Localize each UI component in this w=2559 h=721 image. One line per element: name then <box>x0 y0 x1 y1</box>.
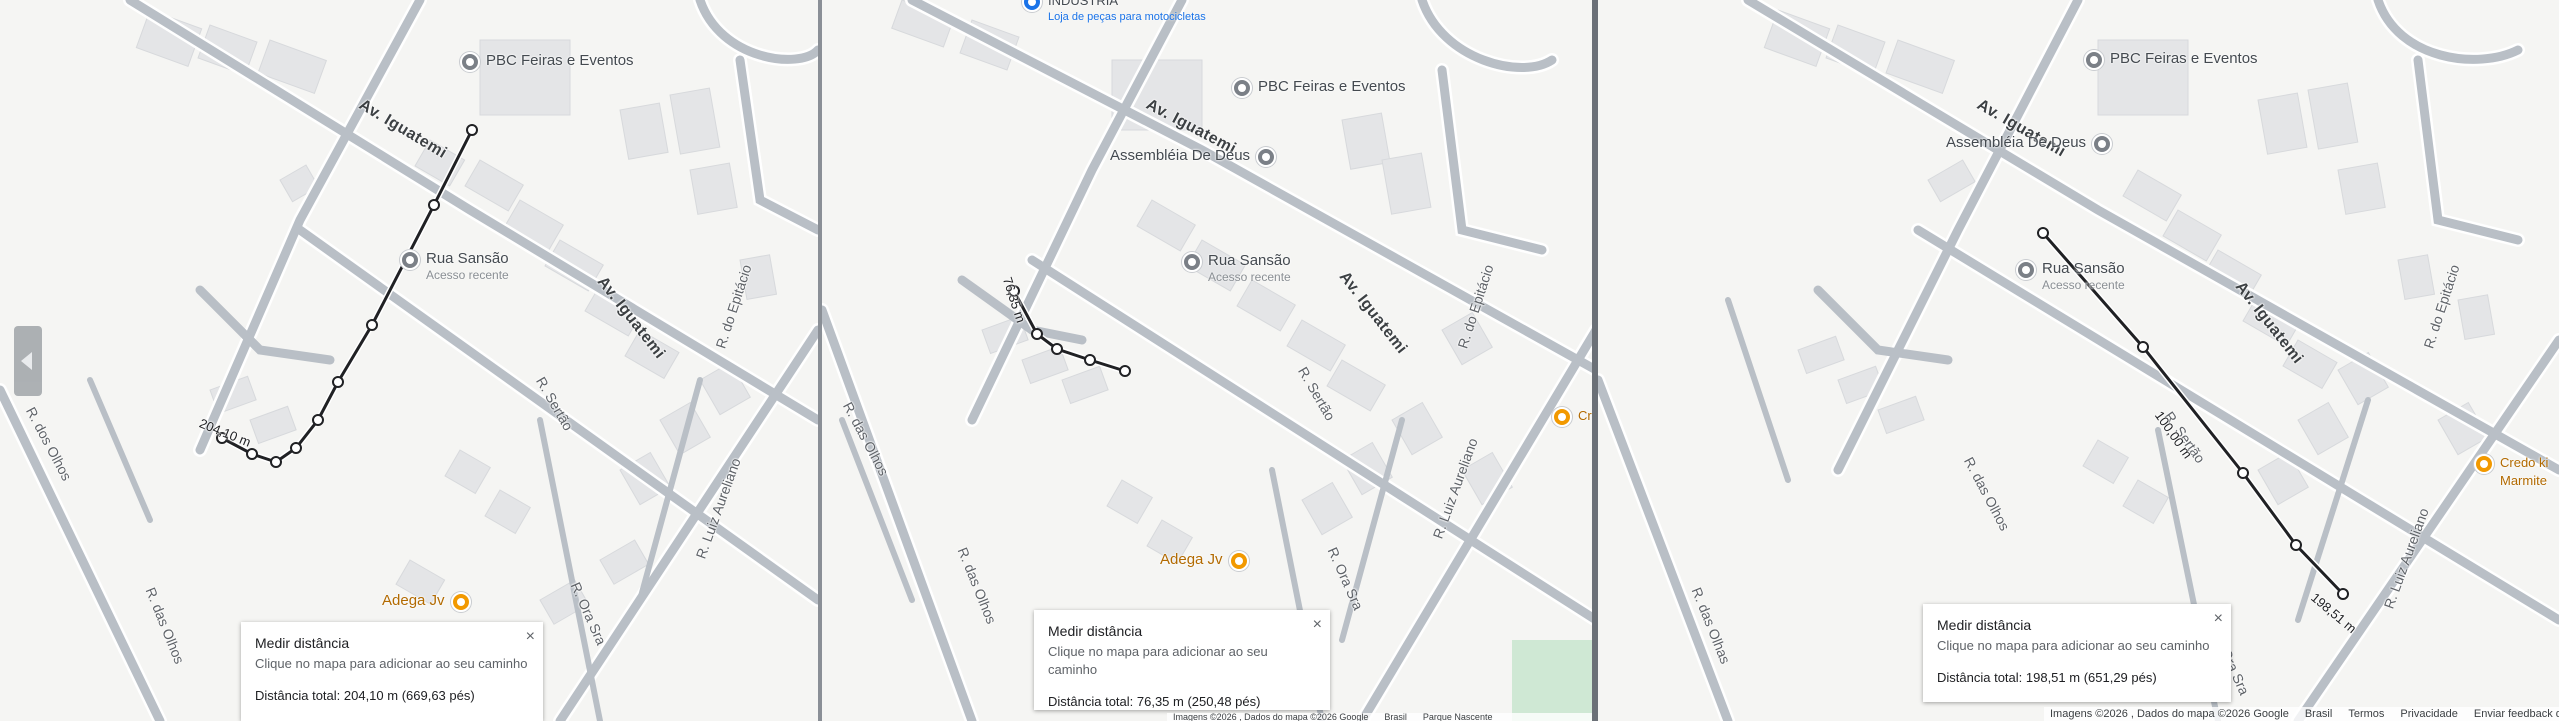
poi-assembleia[interactable]: Assembléia De Deus <box>1110 147 1277 167</box>
poi-subtitle: Marmite <box>2500 473 2547 488</box>
map-footer: Imagens ©2026 , Dados do mapa ©2026 Goog… <box>1167 713 1596 721</box>
footer-privacy-link[interactable]: Privacidade <box>2400 708 2457 720</box>
poi-name: PBC Feiras e Eventos <box>1258 78 1406 95</box>
recent-place-pin-icon <box>1182 252 1202 272</box>
measure-distance-card: Medir distância Clique no mapa para adic… <box>241 622 543 721</box>
poi-name: PBC Feiras e Eventos <box>486 52 634 69</box>
measure-hint: Clique no mapa para adicionar ao seu cam… <box>255 656 528 671</box>
measure-total: Distância total: 76,35 m (250,48 pés) <box>1048 694 1261 709</box>
recent-place-pin-icon <box>2016 260 2036 280</box>
poi-name: Assembléia De Deus <box>1946 134 2087 151</box>
measure-title: Medir distância <box>1048 623 1143 639</box>
poi-rua-sansao[interactable]: Rua Sansão Acesso recente <box>400 250 509 282</box>
close-icon[interactable]: × <box>526 628 535 646</box>
poi-name: INDÚSTRIA <box>1048 0 1119 8</box>
poi-subtitle: Acesso recente <box>2042 278 2125 292</box>
restaurant-icon <box>2474 454 2494 474</box>
measure-total: Distância total: 198,51 m (651,29 pés) <box>1937 670 2157 685</box>
map-canvas[interactable] <box>0 0 818 721</box>
church-pin-icon <box>1256 147 1277 167</box>
measure-hint: Clique no mapa para adicionar ao seu cam… <box>1048 644 1268 677</box>
measure-hint: Clique no mapa para adicionar ao seu cam… <box>1937 638 2210 653</box>
poi-name: Rua Sansão <box>1208 252 1291 269</box>
close-icon[interactable]: × <box>2214 610 2223 628</box>
measure-title: Medir distância <box>1937 617 2032 633</box>
wine-glass-icon <box>1228 551 1249 571</box>
measure-distance-card: Medir distância Clique no mapa para adic… <box>1923 604 2231 702</box>
poi-name: PBC Feiras e Eventos <box>2110 50 2258 67</box>
poi-rua-sansao[interactable]: Rua Sansão Acesso recente <box>1182 252 1291 284</box>
wine-glass-icon <box>450 592 471 612</box>
poi-adega-jv[interactable]: Adega Jv <box>1160 551 1249 571</box>
poi-pbc-feiras[interactable]: PBC Feiras e Eventos <box>2084 50 2258 70</box>
map-attribution: Imagens ©2026 , Dados do mapa ©2026 Goog… <box>1173 713 1369 721</box>
poi-rua-sansao[interactable]: Rua Sansão Acesso recente <box>2016 260 2125 292</box>
church-pin-icon <box>2092 134 2113 154</box>
poi-subtitle: Acesso recente <box>1208 270 1291 284</box>
poi-name: Assembléia De Deus <box>1110 147 1251 164</box>
footer-country[interactable]: Brasil <box>1384 713 1407 721</box>
poi-industria[interactable]: INDÚSTRIA Loja de peças para motocicleta… <box>1022 0 1206 24</box>
park-area <box>1512 640 1596 721</box>
measure-title: Medir distância <box>255 635 350 651</box>
poi-name: Credo ki <box>2500 455 2549 470</box>
poi-name: Adega Jv <box>382 592 445 609</box>
restaurant-icon <box>1552 407 1572 427</box>
park-label: Parque Nascente <box>1422 713 1493 721</box>
shopping-pin-icon <box>1022 0 1042 12</box>
poi-name: Rua Sansão <box>426 250 509 267</box>
poi-pbc-feiras[interactable]: PBC Feiras e Eventos <box>1232 78 1406 98</box>
map-panel-3[interactable]: Av. Iguatemi Av. Iguatemi R. Sertão R. d… <box>1598 0 2559 721</box>
footer-country-link[interactable]: Brasil <box>2305 708 2333 720</box>
poi-restaurant[interactable]: Cr M <box>1552 407 1596 427</box>
poi-adega-jv[interactable]: Adega Jv <box>382 592 471 612</box>
poi-subtitle: Acesso recente <box>426 268 509 282</box>
map-panel-2[interactable]: Av. Iguatemi Av. Iguatemi R. Sertão R. d… <box>822 0 1596 721</box>
map-footer: Imagens ©2026 , Dados do mapa ©2026 Goog… <box>2044 707 2559 721</box>
place-pin-icon <box>1232 78 1252 98</box>
buildings <box>1763 9 2496 525</box>
poi-subtitle: Loja de peças para motocicletas <box>1048 11 1206 23</box>
map-panel-1[interactable]: Av. Iguatemi Av. Iguatemi R. Sertão R. d… <box>0 0 818 721</box>
footer-terms-link[interactable]: Termos <box>2348 708 2384 720</box>
place-pin-icon <box>460 52 480 72</box>
footer-feedback-link[interactable]: Enviar feedback do produto <box>2474 708 2559 720</box>
poi-name: Adega Jv <box>1160 551 1223 568</box>
map-attribution: Imagens ©2026 , Dados do mapa ©2026 Goog… <box>2050 708 2289 720</box>
recent-place-pin-icon <box>400 250 420 270</box>
measure-distance-card: Medir distância Clique no mapa para adic… <box>1034 610 1330 710</box>
measure-total: Distância total: 204,10 m (669,63 pés) <box>255 688 475 703</box>
close-icon[interactable]: × <box>1313 616 1322 634</box>
poi-credo[interactable]: Credo ki Marmite <box>2474 454 2548 490</box>
poi-pbc-feiras[interactable]: PBC Feiras e Eventos <box>460 52 634 72</box>
poi-assembleia[interactable]: Assembléia De Deus <box>1946 134 2113 154</box>
poi-name: Rua Sansão <box>2042 260 2125 277</box>
collapse-panel-handle[interactable] <box>14 326 42 396</box>
place-pin-icon <box>2084 50 2104 70</box>
